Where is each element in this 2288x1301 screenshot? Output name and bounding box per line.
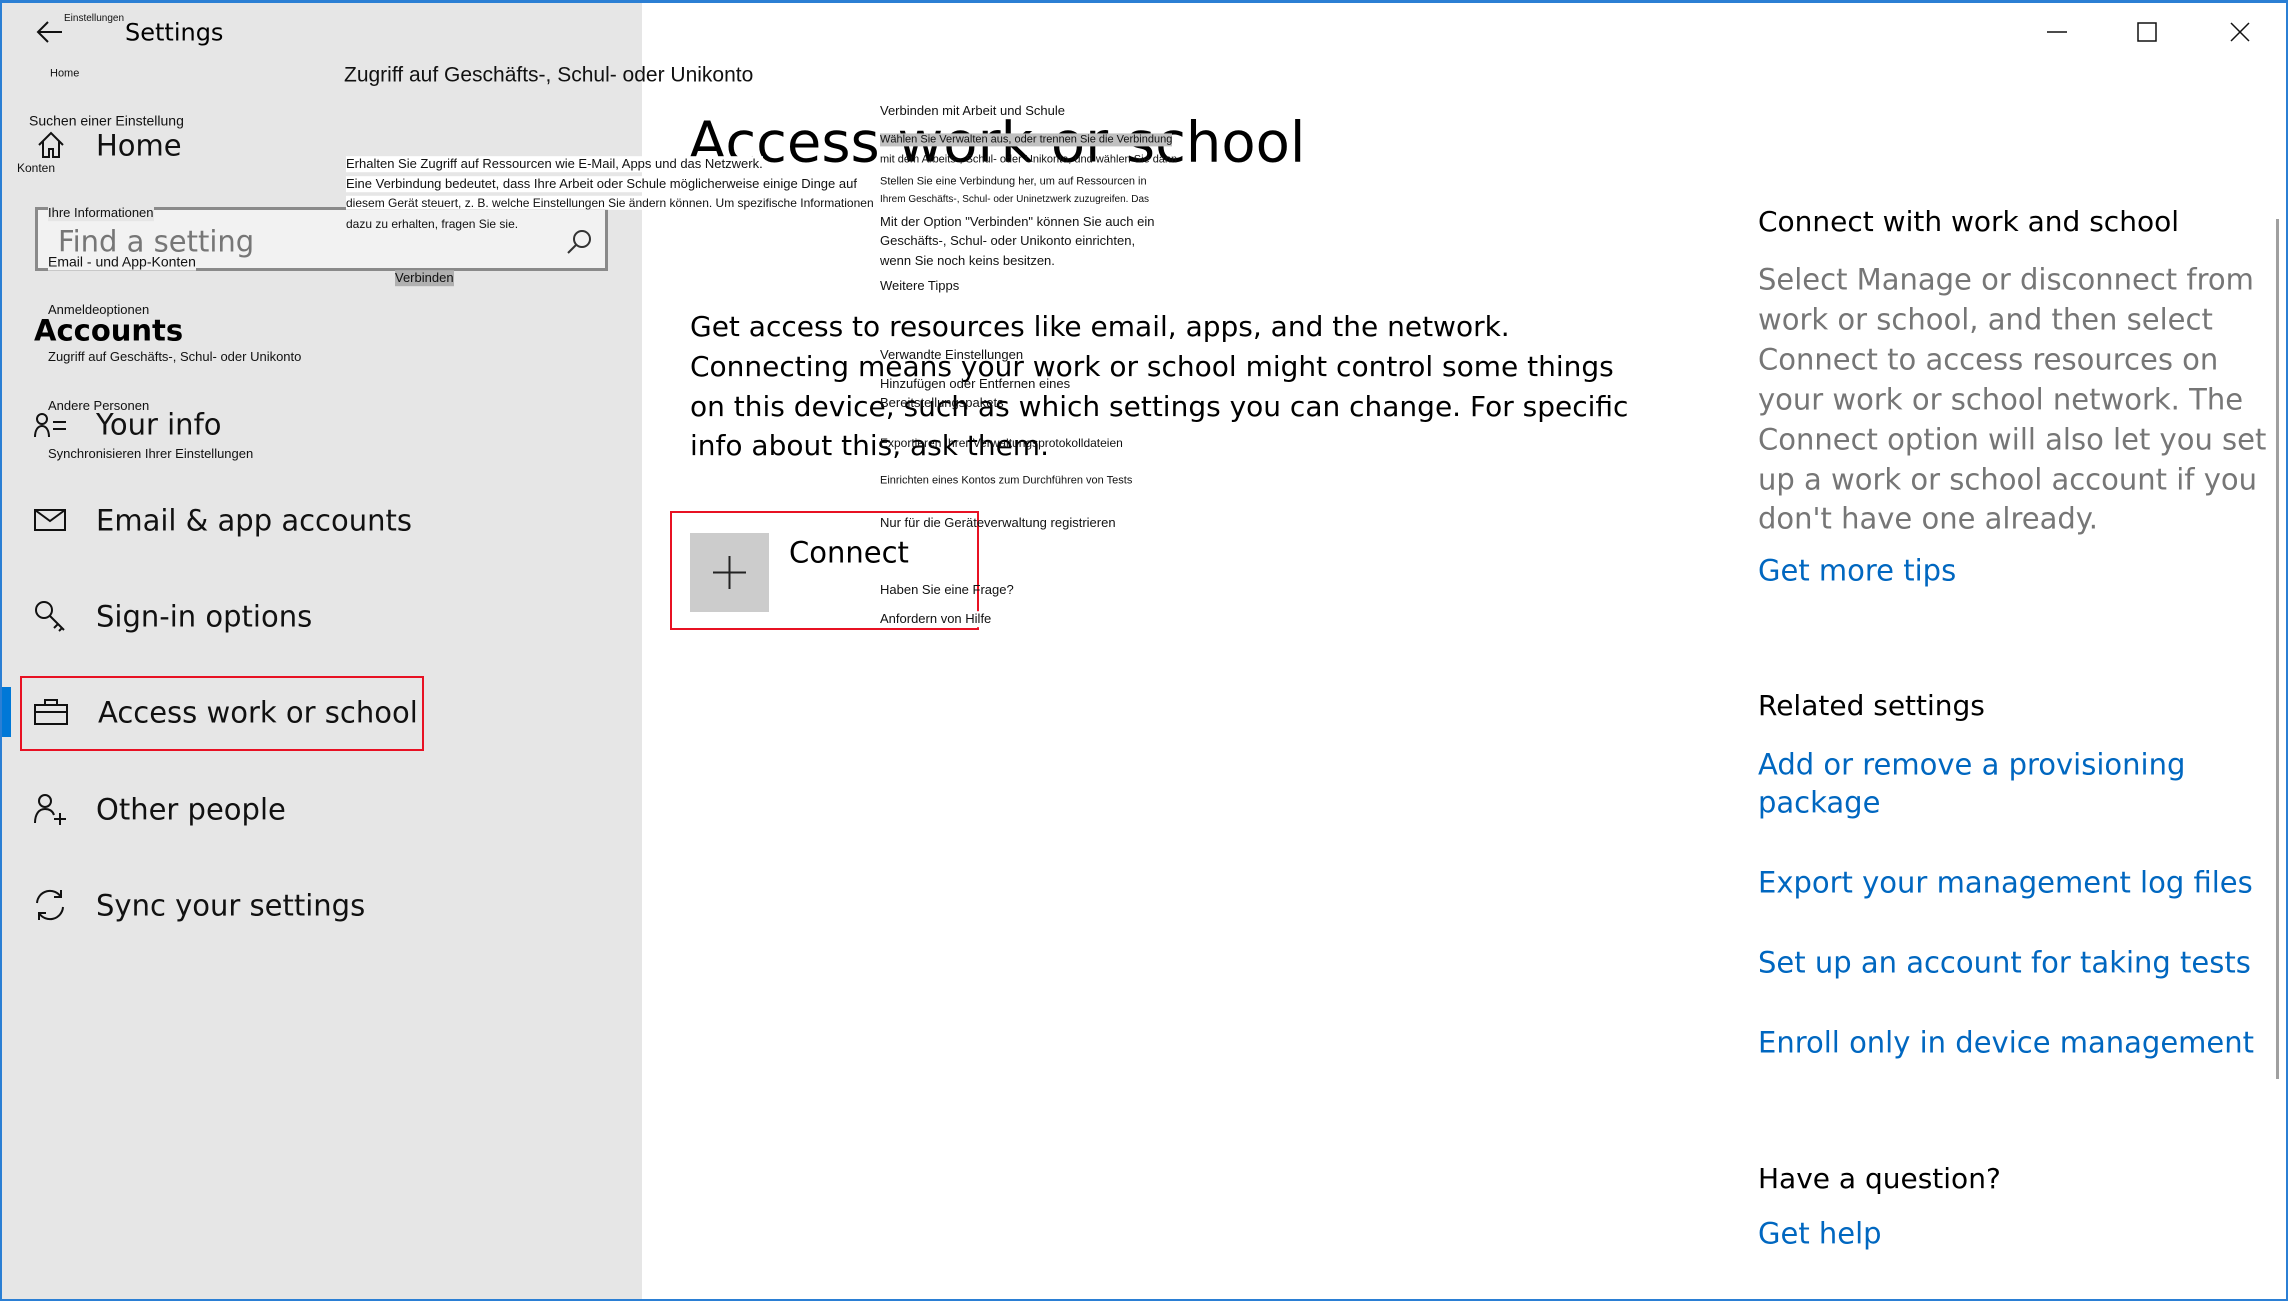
- help-text-line: don't have one already.: [1758, 501, 2099, 536]
- help-text-line: your work or school network. The: [1758, 382, 2244, 417]
- side-de-line: Verbinden mit Arbeit und Schule: [880, 103, 1066, 119]
- section-below-de: Zugriff auf Geschäfts-, Schul- oder Unik…: [48, 349, 302, 365]
- sidebar-item-label: Sync your settings: [96, 888, 366, 923]
- connect-heading: Connect with work and school: [1758, 205, 2179, 239]
- export-log-files-link[interactable]: Export your management log files: [1758, 866, 2253, 901]
- intro-line: Get access to resources like email, apps…: [690, 310, 1510, 344]
- help-text-line: Select Manage or disconnect from: [1758, 262, 2254, 297]
- person-list-icon: [34, 413, 66, 438]
- side-de-line: Einrichten eines Kontos zum Durchführen …: [880, 474, 1133, 487]
- test-account-link[interactable]: Set up an account for taking tests: [1758, 946, 2251, 981]
- verbinden-de: Verbinden: [395, 270, 454, 286]
- scrollbar[interactable]: [2276, 219, 2279, 1079]
- sync-icon: [36, 889, 64, 921]
- side-de-line: Exportieren Ihrer Verwaltungsprotokollda…: [880, 435, 1123, 450]
- sync-de: Synchronisieren Ihrer Einstellungen: [48, 446, 254, 462]
- page-title-de: Zugriff auf Geschäfts-, Schul- oder Unik…: [344, 63, 754, 87]
- side-de-line: Weitere Tipps: [880, 278, 960, 294]
- help-text-line: up a work or school account if you: [1758, 462, 2257, 497]
- person-add-icon: [34, 794, 66, 825]
- link-line[interactable]: Add or remove a provisioning: [1758, 748, 2185, 783]
- side-de-line: Ihrem Geschäfts-, Schul- oder Uninetzwer…: [880, 194, 1149, 205]
- side-de-line: Stellen Sie eine Verbindung her, um auf …: [880, 175, 1147, 188]
- side-de-line: Hinzufügen oder Entfernen eines: [880, 376, 1071, 392]
- search-overlay-bottom-de: Email - und App-Konten: [48, 253, 196, 271]
- question-heading: Have a question?: [1758, 1162, 2001, 1196]
- side-de-line: mit dem Arbeits-, Schul- oder Unikonto, …: [880, 153, 1178, 166]
- side-de-line: Anfordern von Hilfe: [880, 611, 992, 627]
- key-icon: [35, 601, 65, 632]
- home-de: Home: [50, 67, 80, 80]
- device-management-link[interactable]: Enroll only in device management: [1758, 1026, 2254, 1061]
- help-text-line: work or school, and then select: [1758, 302, 2213, 337]
- section-title: Accounts: [34, 313, 184, 348]
- get-more-tips-link[interactable]: Get more tips: [1758, 554, 1956, 589]
- selection-indicator: [0, 687, 11, 737]
- side-de-line: Verwandte Einstellungen: [880, 347, 1024, 363]
- mail-icon: [34, 509, 66, 531]
- intro-de-line: Erhalten Sie Zugriff auf Ressourcen wie …: [346, 156, 763, 172]
- sidebar-item-label: Your info: [96, 407, 222, 442]
- home-icon: [38, 131, 64, 158]
- side-de-line: Haben Sie eine Frage?: [880, 582, 1014, 598]
- intro-de-line: Eine Verbindung bedeutet, dass Ihre Arbe…: [346, 176, 857, 192]
- sidebar-item-label: Other people: [96, 792, 286, 827]
- intro-line: Connecting means your work or school mig…: [690, 350, 1614, 384]
- search-icon[interactable]: [566, 229, 592, 255]
- highlight-box: [20, 676, 424, 751]
- title-de: Einstellungen: [64, 13, 125, 24]
- intro-de-line: dazu zu erhalten, fragen Sie sie.: [346, 216, 519, 231]
- help-text-line: Connect option will also let you set: [1758, 422, 2267, 457]
- intro-line: on this device, such as which settings y…: [690, 390, 1629, 424]
- sidebar-item-label: Sign-in options: [96, 599, 313, 634]
- maximize-icon[interactable]: [2136, 21, 2158, 43]
- sidebar-item-label: Email & app accounts: [96, 503, 412, 538]
- help-text-line: Connect to access resources on: [1758, 342, 2219, 377]
- intro-de-line: diesem Gerät steuert, z. B. welche Einst…: [346, 195, 874, 211]
- back-arrow-icon[interactable]: [36, 20, 64, 44]
- search-overlay-top-de: Ihre Informationen: [48, 205, 154, 221]
- minimize-icon[interactable]: [2046, 21, 2068, 43]
- related-settings-heading: Related settings: [1758, 689, 1985, 723]
- sidebar-item-label: Home: [96, 128, 182, 163]
- get-help-link[interactable]: Get help: [1758, 1217, 1882, 1252]
- konten-de: Konten: [17, 160, 56, 175]
- window-title: Settings: [125, 18, 224, 47]
- side-de-line: Bereitstellungspakets: [880, 395, 1004, 411]
- side-de-line: Mit der Option "Verbinden" können Sie au…: [880, 214, 1155, 230]
- side-de-line: Wählen Sie Verwalten aus, oder trennen S…: [880, 133, 1173, 147]
- close-icon[interactable]: [2229, 21, 2251, 43]
- side-de-line: wenn Sie noch keins besitzen.: [880, 253, 1055, 269]
- search-label-de: Suchen einer Einstellung: [29, 112, 184, 129]
- side-de-line: Geschäfts-, Schul- oder Unikonto einrich…: [880, 233, 1136, 249]
- link-line[interactable]: package: [1758, 786, 1880, 821]
- side-de-line: Nur für die Geräteverwaltung registriere…: [880, 515, 1116, 531]
